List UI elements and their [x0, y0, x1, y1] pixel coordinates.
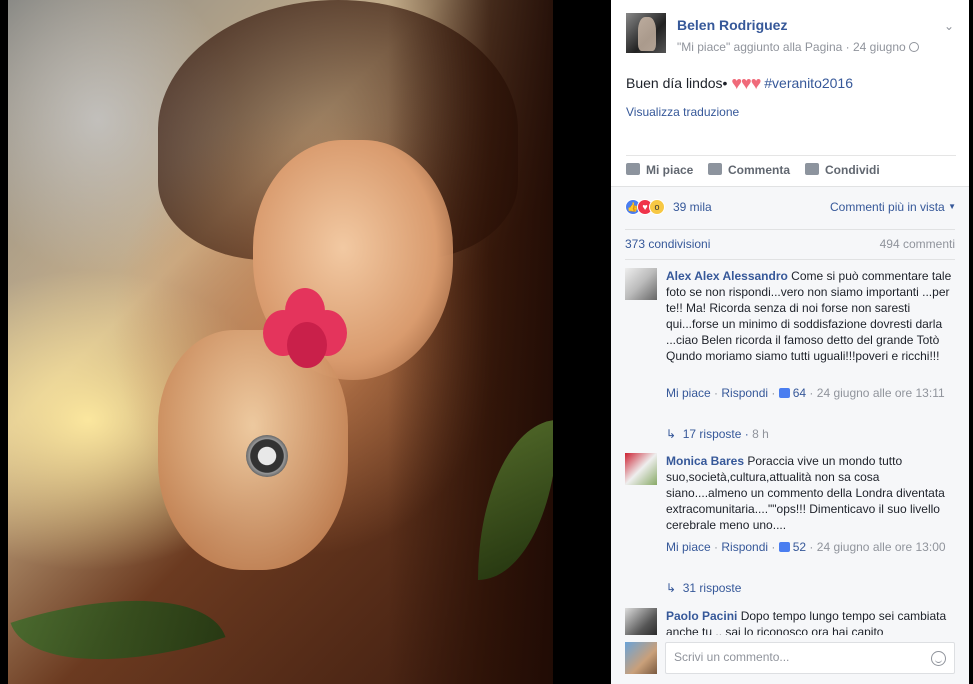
replies-time: 8 h: [752, 427, 769, 441]
emoji-icon[interactable]: [931, 651, 946, 666]
post-stats: 373 condivisioni 494 commenti: [625, 237, 955, 251]
commenter-avatar[interactable]: [625, 608, 657, 635]
share-button-label: Condividi: [825, 163, 880, 177]
hearts-emoji: ♥♥♥: [731, 73, 761, 93]
comment-text: Come si può commentare tale foto se non …: [666, 269, 952, 363]
comment-like-link[interactable]: Mi piace: [666, 386, 711, 400]
comment-timestamp[interactable]: 24 giugno alle ore 13:00: [817, 540, 946, 554]
comment-icon: [708, 163, 722, 175]
comment-body: Alex Alex Alessandro Come si può comment…: [666, 268, 956, 364]
comment-composer: [625, 640, 955, 674]
comments-count-link[interactable]: 494 commenti: [880, 237, 955, 251]
comment-timestamp[interactable]: 24 giugno alle ore 13:11: [817, 386, 945, 400]
photo-ring-shape: [246, 435, 288, 477]
globe-icon: [908, 42, 919, 52]
caret-down-icon: ▼: [948, 202, 956, 211]
photo-leaf-shape: [10, 561, 226, 684]
comment-like-link[interactable]: Mi piace: [666, 540, 711, 554]
subline-separator: ·: [842, 40, 853, 54]
post-date-link[interactable]: 24 giugno: [853, 40, 906, 54]
feedback-section: 👍 ♥ o 39 mila Commenti più in vista ▼ 37…: [611, 186, 971, 684]
see-translation-link[interactable]: Visualizza traduzione: [626, 105, 739, 119]
comment-meta: Mi piace · Rispondi · 52 · 24 giugno all…: [666, 540, 946, 554]
like-button[interactable]: Mi piace: [626, 163, 693, 177]
replies-count: 31 risposte: [682, 581, 742, 595]
post-photo[interactable]: [8, 0, 553, 684]
reply-arrow-icon: ↳: [666, 581, 677, 595]
replies-link[interactable]: ↳ 31 risposte: [666, 581, 741, 595]
comment-author-link[interactable]: Monica Bares: [666, 454, 744, 468]
share-button[interactable]: Condividi: [805, 163, 880, 177]
wow-reaction-icon: o: [649, 199, 665, 215]
comment-button-label: Commenta: [728, 163, 791, 177]
viewer-avatar: [625, 642, 657, 674]
reply-arrow-icon: ↳: [666, 427, 677, 441]
comment-meta: Mi piace · Rispondi · 64 · 24 giugno all…: [666, 386, 945, 400]
page-avatar[interactable]: [626, 13, 666, 53]
comment-body: Monica Bares Poraccia vive un mondo tutt…: [666, 453, 956, 533]
page-name-link[interactable]: Belen Rodriguez: [677, 17, 787, 33]
post-text: Buen día lindos• ♥♥♥ #veranito2016: [626, 73, 853, 94]
comment-reply-link[interactable]: Rispondi: [721, 540, 768, 554]
post-subline: "Mi piace" aggiunto alla Pagina · 24 giu…: [677, 40, 919, 54]
comment-button[interactable]: Commenta: [708, 163, 790, 177]
commenter-avatar[interactable]: [625, 268, 657, 300]
thumbs-up-icon: [626, 163, 640, 175]
comment-sort-label: Commenti più in vista: [830, 200, 945, 214]
comment-author-link[interactable]: Alex Alex Alessandro: [666, 269, 788, 283]
chevron-down-icon[interactable]: ⌄: [942, 19, 956, 33]
post-side-panel: Belen Rodriguez "Mi piace" aggiunto alla…: [611, 0, 971, 684]
facebook-photo-viewer: Belen Rodriguez "Mi piace" aggiunto alla…: [0, 0, 973, 684]
thumbs-up-icon: [778, 542, 790, 552]
post-header: Belen Rodriguez "Mi piace" aggiunto alla…: [626, 13, 956, 58]
thumbs-up-icon: [778, 388, 790, 398]
reaction-count[interactable]: 39 mila: [673, 200, 712, 214]
post-actions: Mi piace Commenta Condividi: [626, 155, 956, 185]
hashtag-link[interactable]: #veranito2016: [764, 75, 853, 91]
share-icon: [805, 163, 819, 175]
commenter-avatar[interactable]: [625, 453, 657, 485]
comment-item: Paolo Pacini Dopo tempo lungo tempo sei …: [625, 608, 955, 635]
comment-like-count[interactable]: 52: [778, 540, 806, 554]
shares-count-link[interactable]: 373 condivisioni: [625, 237, 710, 251]
activity-text: "Mi piace" aggiunto alla Pagina: [677, 40, 843, 54]
comment-sort-dropdown[interactable]: Commenti più in vista ▼: [830, 200, 956, 214]
comment-input[interactable]: [674, 650, 924, 664]
scrollbar[interactable]: [969, 0, 973, 684]
comment-author-link[interactable]: Paolo Pacini: [666, 609, 737, 623]
comment-body: Paolo Pacini Dopo tempo lungo tempo sei …: [666, 608, 955, 635]
replies-count: 17 risposte: [682, 427, 742, 441]
comment-input-box[interactable]: [665, 642, 955, 674]
divider: [625, 259, 955, 260]
photo-flower-shape: [263, 288, 351, 368]
comment-reply-link[interactable]: Rispondi: [721, 386, 768, 400]
comment-like-count[interactable]: 64: [778, 386, 806, 400]
replies-link[interactable]: ↳ 17 risposte · 8 h: [666, 427, 769, 441]
post-text-body: Buen día lindos•: [626, 75, 728, 91]
like-button-label: Mi piace: [646, 163, 694, 177]
divider: [625, 229, 955, 230]
